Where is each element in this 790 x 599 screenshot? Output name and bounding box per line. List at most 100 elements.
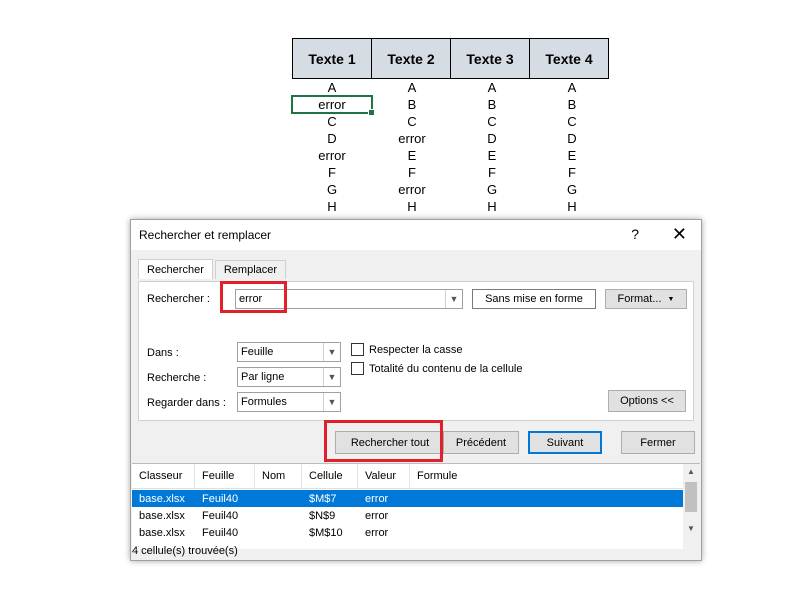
header-cell[interactable]: Texte 4 <box>529 38 609 79</box>
column-header[interactable]: Formule <box>410 464 685 488</box>
table-row: H H H H <box>292 198 612 215</box>
no-format-button[interactable]: Sans mise en forme <box>472 289 596 309</box>
dans-select-value: Feuille <box>241 346 274 358</box>
result-row[interactable]: base.xlsx Feuil40 $N$9 error <box>132 507 700 524</box>
table-cell[interactable]: A <box>532 79 612 96</box>
resize-grip-icon[interactable]: ⋰ <box>132 545 699 558</box>
header-cell[interactable]: Texte 1 <box>292 38 372 79</box>
header-cell[interactable]: Texte 3 <box>450 38 530 79</box>
entire-cell-checkbox[interactable]: Totalité du contenu de la cellule <box>351 362 523 375</box>
table-cell[interactable]: A <box>452 79 532 96</box>
results-scrollbar[interactable]: ▲ ▼ <box>683 464 700 549</box>
entire-cell-label: Totalité du contenu de la cellule <box>369 362 523 375</box>
chevron-down-icon[interactable]: ▼ <box>323 368 340 386</box>
highlight-box-search <box>220 281 287 313</box>
table-cell[interactable]: error <box>292 147 372 164</box>
header-cell[interactable]: Texte 2 <box>371 38 451 79</box>
table-cell[interactable]: F <box>292 164 372 181</box>
format-button-label: Format... <box>617 293 662 305</box>
table-cell[interactable]: C <box>452 113 532 130</box>
result-cell: base.xlsx <box>139 492 185 505</box>
table-cell[interactable]: G <box>292 181 372 198</box>
spreadsheet-table: Texte 1 Texte 2 Texte 3 Texte 4 A A A A … <box>291 38 612 215</box>
table-cell[interactable]: B <box>532 96 612 113</box>
table-cell[interactable]: E <box>452 147 532 164</box>
close-icon[interactable]: ✕ <box>672 224 687 245</box>
recherche-select[interactable]: Par ligne ▼ <box>237 367 341 387</box>
options-button[interactable]: Options << <box>608 390 686 412</box>
result-row[interactable]: base.xlsx Feuil40 $M$10 error <box>132 524 700 541</box>
table-row: error E E E <box>292 147 612 164</box>
close-button[interactable]: Fermer <box>621 431 695 454</box>
table-cell[interactable]: H <box>532 198 612 215</box>
column-header[interactable]: Nom <box>255 464 302 488</box>
table-cell[interactable]: E <box>532 147 612 164</box>
table-row: error B B B <box>291 95 612 116</box>
selected-cell[interactable]: error <box>291 95 375 116</box>
table-cell[interactable]: H <box>452 198 532 215</box>
table-row: G error G G <box>292 181 612 198</box>
search-label: Rechercher : <box>147 293 210 305</box>
result-cell: $M$10 <box>309 526 343 539</box>
table-cell[interactable]: D <box>452 130 532 147</box>
result-cell: error <box>365 526 389 539</box>
table-row: F F F F <box>292 164 612 181</box>
column-header[interactable]: Valeur <box>358 464 410 488</box>
tab-bar: Rechercher Remplacer <box>138 259 288 279</box>
regarder-select-value: Formules <box>241 396 287 408</box>
table-cell[interactable]: F <box>372 164 452 181</box>
column-header[interactable]: Cellule <box>302 464 358 488</box>
table-cell[interactable]: B <box>372 96 452 113</box>
table-cell[interactable]: G <box>532 181 612 198</box>
find-replace-dialog: Rechercher et remplacer ? ✕ Rechercher R… <box>130 219 702 561</box>
regarder-label: Regarder dans : <box>147 397 226 409</box>
table-cell[interactable]: A <box>372 79 452 96</box>
dans-label: Dans : <box>147 347 179 359</box>
dialog-title: Rechercher et remplacer <box>139 228 272 242</box>
chevron-down-icon[interactable]: ▼ <box>323 343 340 361</box>
dropdown-arrow-icon: ▼ <box>667 295 675 303</box>
tab-rechercher[interactable]: Rechercher <box>138 259 213 279</box>
table-cell[interactable]: F <box>532 164 612 181</box>
regarder-select[interactable]: Formules ▼ <box>237 392 341 412</box>
table-cell[interactable]: C <box>372 113 452 130</box>
table-cell[interactable]: D <box>292 130 372 147</box>
table-cell[interactable]: G <box>452 181 532 198</box>
format-button[interactable]: Format... ▼ <box>605 289 687 309</box>
match-case-label: Respecter la casse <box>369 343 463 356</box>
table-cell[interactable]: H <box>292 198 372 215</box>
result-cell: error <box>365 492 389 505</box>
table-cell[interactable]: E <box>372 147 452 164</box>
chevron-down-icon[interactable]: ▼ <box>445 290 462 308</box>
table-cell[interactable]: C <box>292 113 372 130</box>
tab-remplacer[interactable]: Remplacer <box>214 260 287 279</box>
table-row: A A A A <box>292 79 612 96</box>
dans-select[interactable]: Feuille ▼ <box>237 342 341 362</box>
table-row: D error D D <box>292 130 612 147</box>
result-cell: base.xlsx <box>139 526 185 539</box>
table-cell[interactable]: C <box>532 113 612 130</box>
result-row[interactable]: base.xlsx Feuil40 $M$7 error <box>132 490 700 507</box>
result-cell: base.xlsx <box>139 509 185 522</box>
table-cell[interactable]: F <box>452 164 532 181</box>
scroll-down-icon[interactable]: ▼ <box>687 524 695 533</box>
scroll-up-icon[interactable]: ▲ <box>687 467 695 476</box>
previous-button[interactable]: Précédent <box>443 431 519 454</box>
scrollbar-thumb[interactable] <box>685 482 697 512</box>
table-cell[interactable]: B <box>452 96 532 113</box>
next-button[interactable]: Suivant <box>528 431 602 454</box>
table-cell[interactable]: A <box>292 79 372 96</box>
help-icon[interactable]: ? <box>631 226 639 242</box>
column-header[interactable]: Classeur <box>132 464 195 488</box>
table-cell[interactable]: D <box>532 130 612 147</box>
table-cell[interactable]: H <box>372 198 452 215</box>
dialog-titlebar[interactable]: Rechercher et remplacer ? ✕ <box>131 220 701 250</box>
recherche-label: Recherche : <box>147 372 207 384</box>
table-cell[interactable]: error <box>372 130 452 147</box>
table-cell[interactable]: error <box>372 181 452 198</box>
match-case-checkbox[interactable]: Respecter la casse <box>351 343 463 356</box>
checkbox-box[interactable] <box>351 362 364 375</box>
column-header[interactable]: Feuille <box>195 464 255 488</box>
checkbox-box[interactable] <box>351 343 364 356</box>
chevron-down-icon[interactable]: ▼ <box>323 393 340 411</box>
